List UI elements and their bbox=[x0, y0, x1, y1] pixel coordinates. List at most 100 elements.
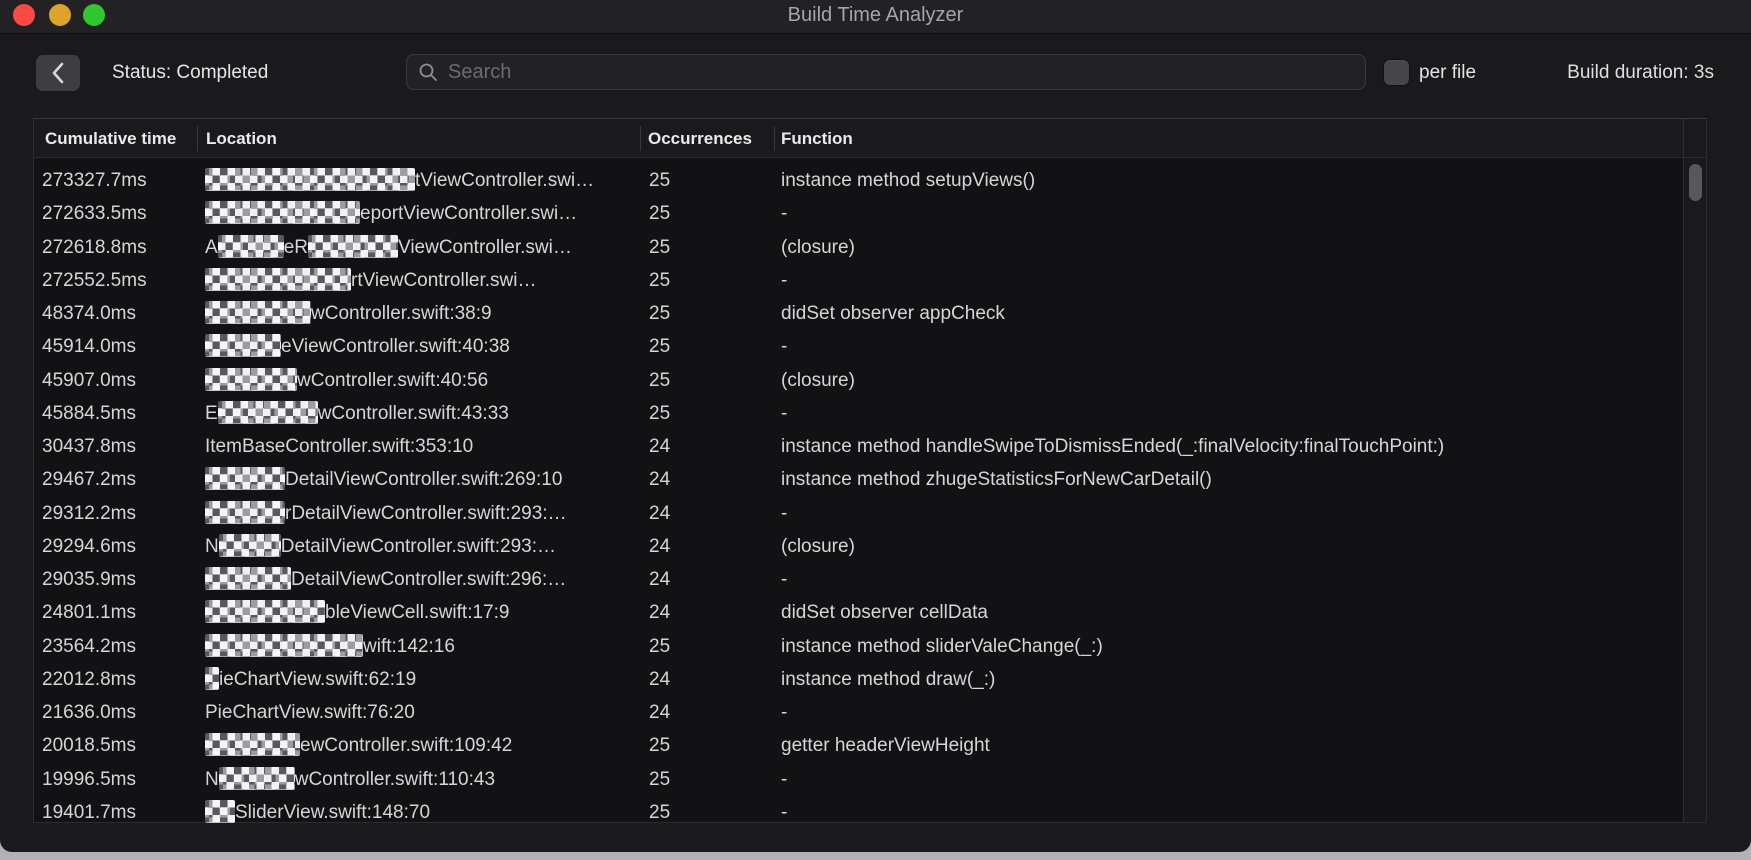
cell-location: PieChartView.swift:76:20 bbox=[205, 696, 637, 729]
cell-location: ieChartView.swift:62:19 bbox=[205, 663, 637, 696]
table-row[interactable]: 272633.5ms eportViewController.swi… 25 - bbox=[34, 197, 1683, 230]
cell-function: - bbox=[781, 402, 788, 424]
location-text: bleViewCell.swift:17:9 bbox=[325, 602, 510, 624]
redacted-block bbox=[217, 400, 318, 424]
location-text: N bbox=[205, 768, 219, 790]
column-header-occurrences[interactable]: Occurrences bbox=[648, 119, 752, 158]
cell-function: didSet observer appCheck bbox=[781, 303, 1005, 324]
table-row[interactable]: 48374.0ms wController.swift:38:9 25 didSet … bbox=[34, 297, 1683, 330]
location-text: ieChartView.swift:62:19 bbox=[219, 668, 417, 690]
location-text: ItemBaseController.swift:353:10 bbox=[205, 436, 474, 457]
cell-function: (closure) bbox=[781, 535, 855, 557]
search-field[interactable] bbox=[406, 54, 1366, 90]
per-file-label[interactable]: per file bbox=[1419, 55, 1476, 91]
scrollbar-track[interactable] bbox=[1684, 158, 1706, 822]
cell-function: (closure) bbox=[781, 236, 855, 258]
titlebar: Build Time Analyzer bbox=[0, 0, 1751, 34]
cell-cumulative-time: 45914.0ms bbox=[42, 336, 137, 358]
cell-location: eportViewController.swi… bbox=[205, 197, 637, 230]
cell-function: - bbox=[781, 336, 788, 358]
cell-location: EwController.swift:43:33 bbox=[205, 397, 637, 430]
table-row[interactable]: 29467.2ms DetailViewController.swift:269:… bbox=[34, 463, 1683, 496]
cell-location: DetailViewController.swift:296:… bbox=[205, 563, 637, 596]
location-text: wController.swift:43:33 bbox=[317, 402, 509, 424]
table-row[interactable]: 273327.7ms tViewController.swi… 25 instance… bbox=[34, 164, 1683, 197]
table-row[interactable]: 272618.8ms AeR ViewController.swi… 25 (closu… bbox=[34, 231, 1683, 264]
redacted-block bbox=[307, 234, 398, 258]
table-row[interactable]: 29294.6ms N DetailViewController.swift:293… bbox=[34, 530, 1683, 563]
cell-location: bleViewCell.swift:17:9 bbox=[205, 596, 637, 629]
table-row[interactable]: 45907.0ms wController.swift:40:56 25 (closu… bbox=[34, 364, 1683, 397]
column-header-cumulative-time[interactable]: Cumulative time bbox=[45, 119, 176, 158]
location-text: wift:142:16 bbox=[363, 635, 455, 657]
redacted-block bbox=[205, 567, 291, 590]
table-row[interactable]: 23564.2ms wift:142:16 25 instance method sl… bbox=[34, 630, 1683, 663]
location-text: DetailViewController.swift:296:… bbox=[291, 569, 567, 590]
cell-location: ItemBaseController.swift:353:10 bbox=[205, 430, 637, 463]
table-row[interactable]: 29035.9ms DetailViewController.swift:296:… bbox=[34, 563, 1683, 596]
cell-function: - bbox=[781, 569, 788, 590]
redacted-block bbox=[205, 168, 415, 191]
table-row[interactable]: 30437.8ms ItemBaseController.swift:353:10… bbox=[34, 430, 1683, 463]
cell-occurrences: 24 bbox=[649, 436, 671, 457]
table-row[interactable]: 45884.5ms EwController.swift:43:33 25 - bbox=[34, 397, 1683, 430]
cell-cumulative-time: 19996.5ms bbox=[42, 768, 137, 790]
redacted-block bbox=[205, 301, 311, 324]
search-icon bbox=[419, 63, 437, 81]
cell-function: (closure) bbox=[781, 369, 855, 391]
cell-cumulative-time: 21636.0ms bbox=[42, 702, 137, 723]
location-text: N bbox=[205, 535, 219, 557]
location-text: wController.swift:110:43 bbox=[294, 768, 496, 790]
back-button[interactable] bbox=[36, 55, 80, 91]
location-text: DetailViewController.swift:269:10 bbox=[285, 469, 563, 491]
redacted-block bbox=[218, 533, 281, 557]
column-header-function[interactable]: Function bbox=[781, 119, 853, 158]
cell-occurrences: 25 bbox=[649, 402, 671, 424]
cell-occurrences: 25 bbox=[649, 269, 671, 291]
table-body: 273327.7ms tViewController.swi… 25 instance… bbox=[34, 158, 1683, 829]
table-row[interactable]: 22012.8ms ieChartView.swift:62:19 24 instan… bbox=[34, 663, 1683, 696]
column-divider[interactable] bbox=[774, 126, 775, 151]
location-text: eR bbox=[283, 236, 308, 258]
search-input[interactable] bbox=[446, 59, 1355, 85]
scrollbar-thumb[interactable] bbox=[1689, 164, 1702, 201]
table-row[interactable]: 45914.0ms eViewController.swift:40:38 25 - bbox=[34, 330, 1683, 363]
cell-function: instance method handleSwipeToDismissEnde… bbox=[781, 436, 1445, 457]
cell-location: wift:142:16 bbox=[205, 630, 637, 663]
cell-location: N DetailViewController.swift:293:… bbox=[205, 530, 637, 563]
per-file-checkbox[interactable] bbox=[1384, 60, 1409, 85]
cell-occurrences: 25 bbox=[649, 170, 671, 191]
column-divider[interactable] bbox=[197, 126, 198, 151]
cell-occurrences: 25 bbox=[649, 369, 671, 391]
column-divider[interactable] bbox=[640, 126, 641, 151]
table-row[interactable]: 29312.2ms rDetailViewController.swift:293… bbox=[34, 497, 1683, 530]
table-row[interactable]: 19996.5ms NwController.swift:110:43 25 - bbox=[34, 763, 1683, 796]
table-row[interactable]: 20018.5ms ewController.swift:109:42 25 gett… bbox=[34, 729, 1683, 762]
location-text: E bbox=[205, 402, 218, 424]
cell-function: - bbox=[781, 502, 788, 524]
table-row[interactable]: 19401.7ms SliderView.swift:148:70 25 - bbox=[34, 796, 1683, 829]
location-text: wController.swift:38:9 bbox=[311, 303, 492, 324]
cell-occurrences: 25 bbox=[649, 768, 671, 790]
redacted-block bbox=[205, 367, 297, 391]
column-header-location[interactable]: Location bbox=[206, 119, 277, 158]
location-text: PieChartView.swift:76:20 bbox=[205, 702, 415, 723]
cell-function: - bbox=[781, 203, 788, 225]
location-text: rDetailViewController.swift:293:… bbox=[285, 502, 567, 524]
table-row[interactable]: 272552.5ms rtViewController.swi… 25 - bbox=[34, 264, 1683, 297]
cell-occurrences: 24 bbox=[649, 469, 671, 491]
cell-occurrences: 25 bbox=[649, 635, 671, 657]
location-text: rtViewController.swi… bbox=[351, 269, 537, 291]
redacted-block bbox=[217, 234, 284, 258]
cell-occurrences: 24 bbox=[649, 569, 671, 590]
redacted-block bbox=[205, 799, 235, 823]
table-row[interactable]: 24801.1ms bleViewCell.swift:17:9 24 didSet … bbox=[34, 596, 1683, 629]
cell-occurrences: 24 bbox=[649, 668, 671, 690]
table-row[interactable]: 21636.0ms PieChartView.swift:76:20 24 - bbox=[34, 696, 1683, 729]
cell-location: NwController.swift:110:43 bbox=[205, 763, 637, 796]
status-label: Status: Completed bbox=[112, 62, 269, 83]
build-times-table: Cumulative time Location Occurrences Fun… bbox=[33, 118, 1707, 823]
cell-function: - bbox=[781, 801, 788, 823]
redacted-block bbox=[205, 633, 363, 657]
cell-occurrences: 25 bbox=[649, 801, 671, 823]
